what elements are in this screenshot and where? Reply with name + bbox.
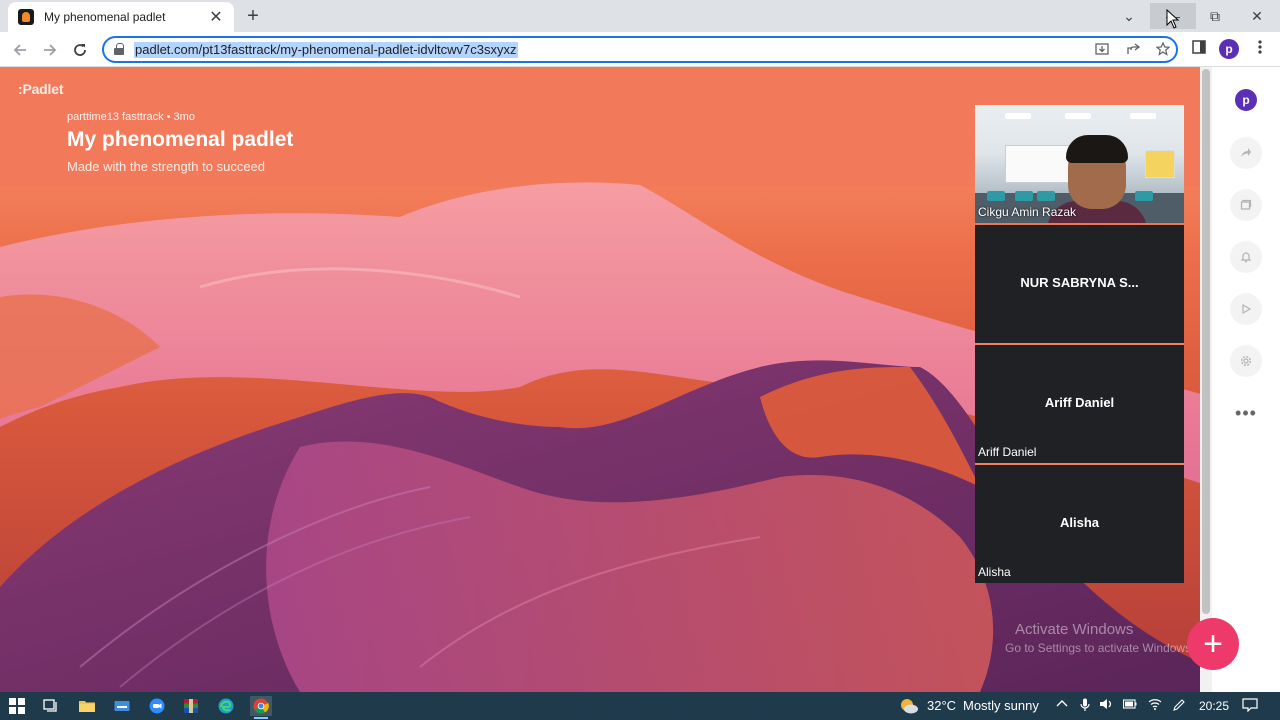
chevron-up-icon[interactable] [1054,698,1070,712]
address-bar[interactable]: padlet.com/pt13fasttrack/my-phenomenal-p… [102,36,1178,63]
padlet-favicon-icon [18,9,34,25]
slideshow-play-icon[interactable] [1230,293,1262,325]
participant-tile[interactable]: NUR SABRYNA S... [975,225,1184,343]
participant-video-tile[interactable]: Cikgu Amin Razak [975,105,1184,223]
share-icon[interactable] [1124,42,1142,59]
back-icon[interactable] [8,38,32,62]
wall-poster [1145,150,1175,178]
remake-icon[interactable] [1230,189,1262,221]
winrar-icon[interactable] [180,696,202,716]
chrome-icon[interactable] [250,696,272,719]
board-description: Made with the strength to succeed [67,159,266,174]
tab-search-icon[interactable]: ⌄ [1106,3,1152,29]
browser-profile-avatar[interactable]: p [1219,39,1239,59]
forward-icon[interactable] [38,38,62,62]
weather-description[interactable]: Mostly sunny [963,698,1039,713]
watermark-line2: Go to Settings to activate Windows. [1005,641,1195,655]
participant-name: NUR SABRYNA S... [1020,275,1139,290]
bell-icon[interactable] [1230,241,1262,273]
microphone-icon[interactable] [1077,698,1093,715]
lock-icon[interactable] [114,43,124,55]
windows-taskbar: 32°C Mostly sunny 20:25 [0,692,1280,720]
ceiling-light [1005,113,1031,119]
mouse-cursor-icon [1166,9,1180,29]
participant-name: Alisha [1059,515,1099,530]
participant-tile[interactable]: Ariff Daniel Ariff Daniel [975,345,1184,463]
weather-sun-icon[interactable] [898,696,920,716]
participant-name-label: Cikgu Amin Razak [978,205,1077,219]
side-panel-icon[interactable] [1189,40,1209,58]
clock-time[interactable]: 20:25 [1199,699,1229,713]
participant-name-label: Ariff Daniel [978,445,1037,459]
speaker-icon[interactable] [1098,698,1114,713]
board-title: My phenomenal padlet [67,128,294,151]
url-text[interactable]: padlet.com/pt13fasttrack/my-phenomenal-p… [134,42,518,58]
participant-tile[interactable]: Alisha Alisha [975,465,1184,583]
tab-title: My phenomenal padlet [44,10,166,24]
restore-button[interactable]: ⧉ [1192,3,1238,29]
keyboard-icon[interactable] [111,696,133,716]
page-scrollbar[interactable] [1200,67,1212,692]
pen-icon[interactable] [1171,698,1187,715]
padlet-action-rail: p ••• [1212,67,1280,692]
battery-icon[interactable] [1122,698,1138,712]
settings-gear-icon[interactable] [1230,345,1262,377]
scrollbar-thumb[interactable] [1202,69,1210,614]
window-close-button[interactable]: ✕ [1234,3,1280,29]
tab-close-icon[interactable]: ✕ [208,7,224,27]
tab-strip: My phenomenal padlet ✕ + ⌄ — ⧉ ✕ [0,0,1280,32]
ceiling-light [1130,113,1156,119]
add-post-button[interactable]: + [1187,618,1239,670]
zoom-icon[interactable] [146,696,168,716]
more-options-icon[interactable]: ••• [1230,403,1262,424]
new-tab-button[interactable]: + [243,5,263,28]
participant-name-label: Alisha [978,565,1011,579]
start-icon[interactable] [6,696,28,716]
weather-temperature[interactable]: 32°C [927,698,956,713]
chair [1037,191,1055,201]
presenter-hair [1066,135,1128,163]
chair [1015,191,1033,201]
chair [1135,191,1153,201]
watermark-line1: Activate Windows [1015,621,1134,638]
wifi-icon[interactable] [1147,698,1163,713]
task-view-icon[interactable] [40,696,62,716]
ceiling-light [1065,113,1091,119]
file-explorer-icon[interactable] [76,696,98,716]
activate-windows-watermark: Activate Windows Go to Settings to activ… [1005,621,1194,655]
edge-icon[interactable] [215,696,237,716]
install-icon[interactable] [1093,42,1111,59]
share-icon[interactable] [1230,137,1262,169]
padlet-profile-avatar[interactable]: p [1235,89,1257,111]
chair [987,191,1005,201]
padlet-logo[interactable]: :Padlet [18,81,63,97]
browser-toolbar: padlet.com/pt13fasttrack/my-phenomenal-p… [0,32,1280,67]
star-icon[interactable] [1154,41,1172,59]
notifications-icon[interactable] [1242,698,1258,715]
menu-icon[interactable] [1250,40,1270,58]
reload-icon[interactable] [68,38,92,62]
browser-tab[interactable]: My phenomenal padlet ✕ [8,2,234,32]
board-author-meta: parttime13 fasttrack • 3mo [67,111,195,123]
participant-name: Ariff Daniel [1044,395,1115,410]
